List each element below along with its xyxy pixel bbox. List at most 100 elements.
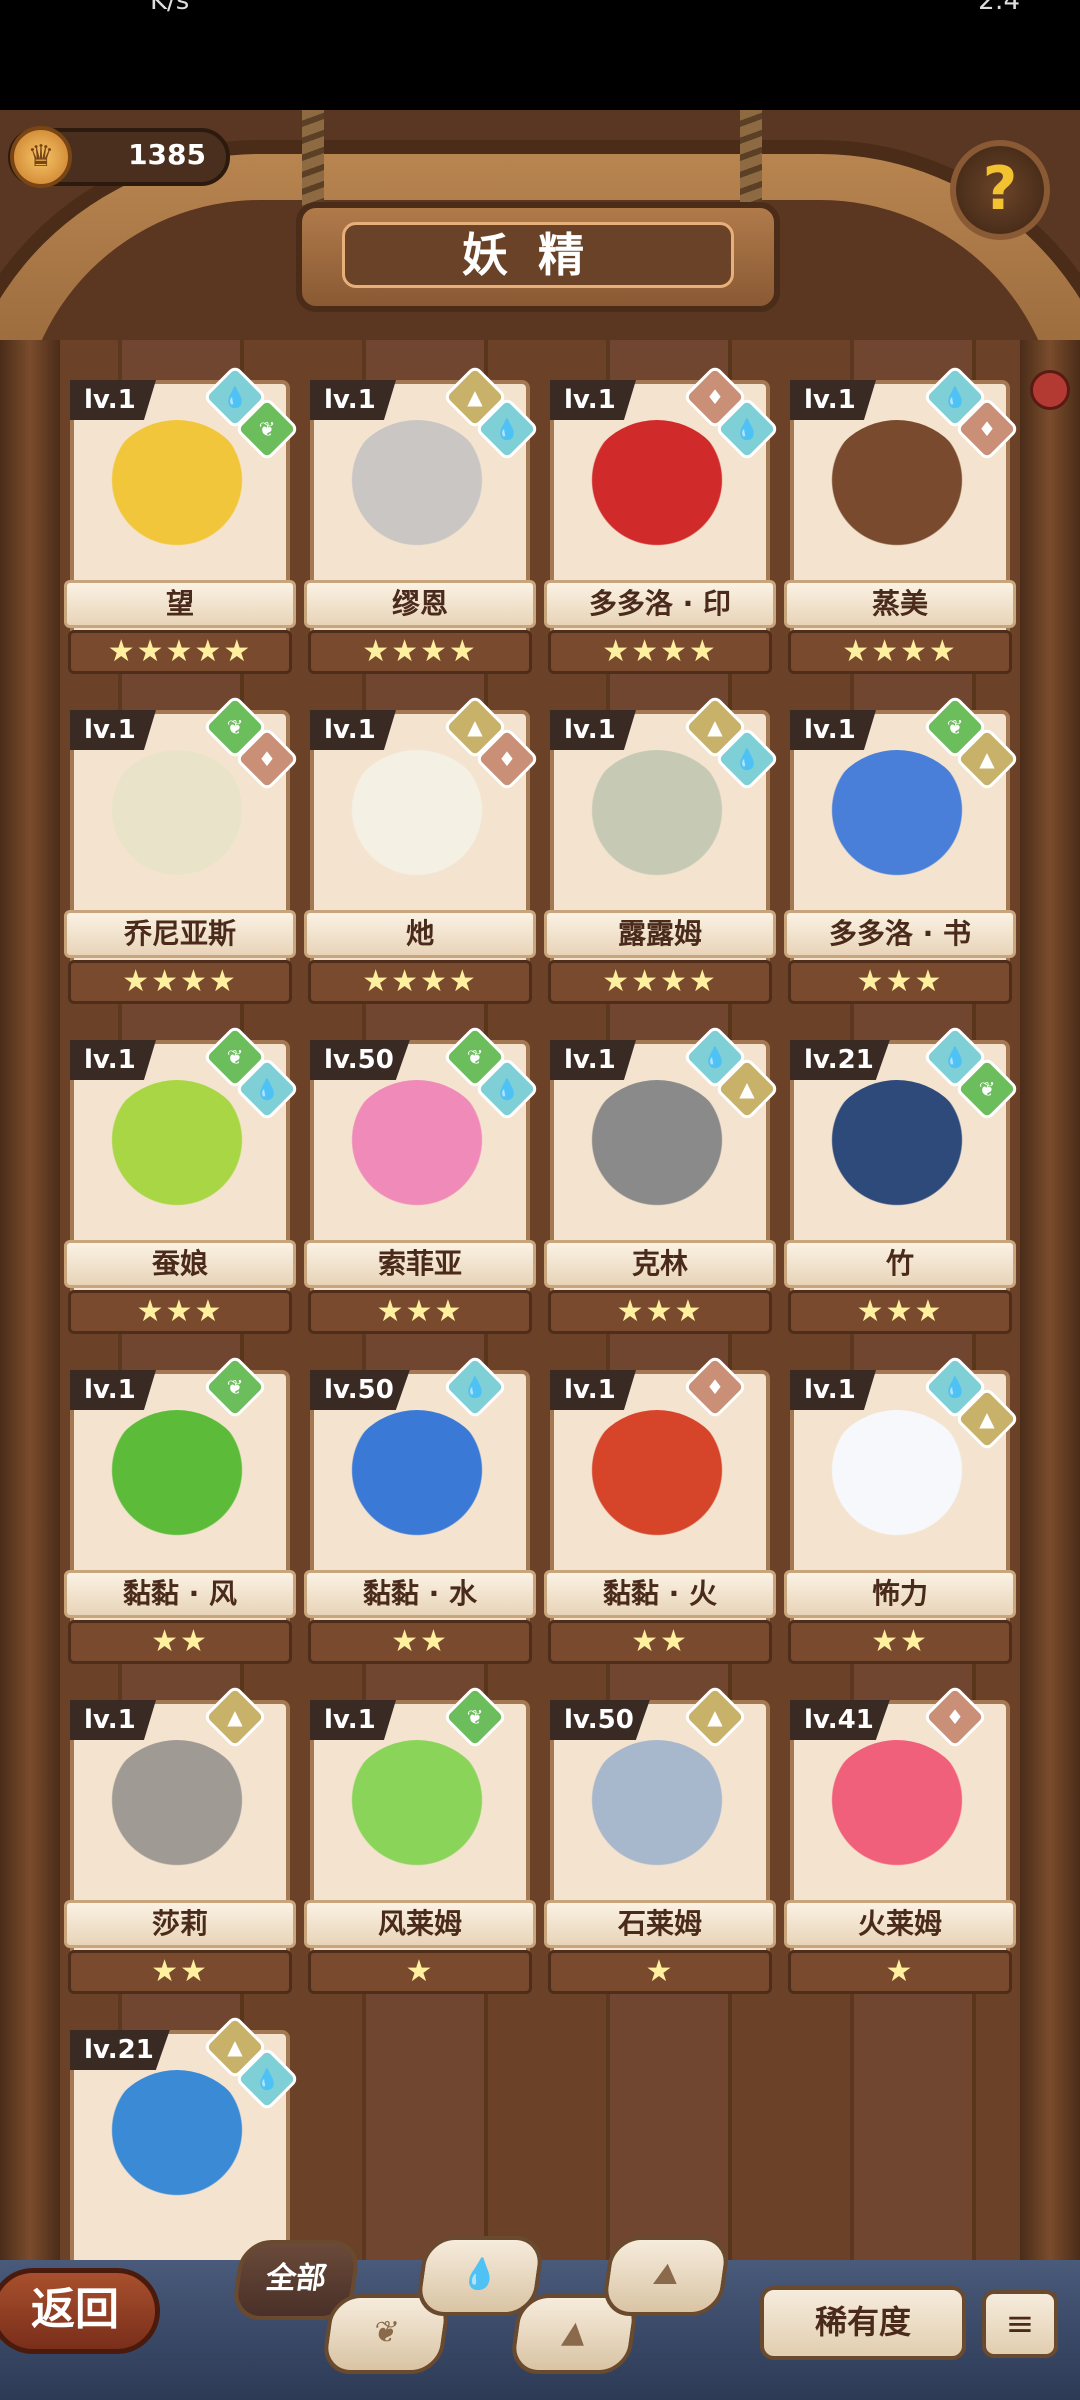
fairy-card[interactable]: lv.1 💧 ♦ 蒸美 ★★★★ (782, 364, 1020, 680)
level-tag: lv.1 (310, 710, 396, 750)
fairy-card[interactable]: lv.1 ♦ 黏黏 · 火 ★★ (542, 1354, 778, 1670)
level-tag: lv.50 (310, 1040, 410, 1080)
fairy-name: 克林 (544, 1240, 776, 1288)
star-rating: ★★ (68, 1620, 292, 1664)
star-rating: ★★ (308, 1620, 532, 1664)
fairy-portrait (102, 2070, 252, 2220)
fairy-card[interactable]: lv.1 ❦ 风莱姆 ★ (302, 1684, 538, 2000)
fairy-portrait (342, 420, 492, 570)
level-tag: lv.1 (70, 1700, 156, 1740)
level-tag: lv.1 (70, 1370, 156, 1410)
star-rating: ★★★ (308, 1290, 532, 1334)
star-rating: ★★ (788, 1620, 1012, 1664)
fairy-card[interactable]: lv.1 ❦ ▲ 多多洛 · 书 ★★★ (782, 694, 1020, 1010)
star-rating: ★ (308, 1950, 532, 1994)
fairy-name: 石莱姆 (544, 1900, 776, 1948)
fairy-portrait (102, 1740, 252, 1890)
level-tag: lv.1 (790, 710, 876, 750)
star-rating: ★★★ (788, 1290, 1012, 1334)
level-tag: lv.1 (70, 710, 156, 750)
level-tag: lv.21 (790, 1040, 890, 1080)
star-rating: ★★★★ (308, 630, 532, 674)
status-bar: K/s 2:4 (0, 0, 1080, 110)
earth-icon: ▲ (560, 2315, 589, 2350)
level-tag: lv.21 (70, 2030, 170, 2070)
level-tag: lv.1 (550, 380, 636, 420)
fairy-name: 望 (64, 580, 296, 628)
star-rating: ★ (548, 1950, 772, 1994)
fairy-card[interactable]: lv.1 ❦ ♦ 乔尼亚斯 ★★★★ (62, 694, 300, 1010)
clock: 2:4 (978, 0, 1020, 16)
star-rating: ★★★★ (308, 960, 532, 1004)
fairy-card[interactable]: lv.1 💧 ▲ 怖力 ★★ (782, 1354, 1020, 1670)
fairy-portrait (102, 420, 252, 570)
fairy-name: 多多洛 · 印 (544, 580, 776, 628)
fairy-card[interactable]: lv.1 ❦ 💧 蚕娘 ★★★ (62, 1024, 300, 1340)
level-tag: lv.1 (550, 1040, 636, 1080)
level-tag: lv.41 (790, 1700, 890, 1740)
fairy-card[interactable]: lv.50 💧 黏黏 · 水 ★★ (302, 1354, 538, 1670)
star-rating: ★★ (68, 1950, 292, 1994)
fairy-portrait (822, 1080, 972, 1230)
fairy-card[interactable]: lv.50 ❦ 💧 索菲亚 ★★★ (302, 1024, 540, 1340)
fairy-portrait (342, 1080, 492, 1230)
fairy-card[interactable]: lv.1 ▲ 莎莉 ★★ (62, 1684, 298, 2000)
level-tag: lv.50 (310, 1370, 410, 1410)
filter-fire-tab[interactable]: ⛰ (600, 2236, 732, 2316)
fairy-portrait (102, 1080, 252, 1230)
fairy-portrait (342, 750, 492, 900)
fairy-card[interactable]: lv.41 ♦ 火莱姆 ★ (782, 1684, 1018, 2000)
star-rating: ★★ (548, 1620, 772, 1664)
fairy-portrait (822, 750, 972, 900)
star-rating: ★★★ (548, 1290, 772, 1334)
star-rating: ★★★ (68, 1290, 292, 1334)
fairy-name: 露露姆 (544, 910, 776, 958)
fairy-card[interactable]: lv.1 ▲ 💧 缪恩 ★★★★ (302, 364, 540, 680)
fairy-card[interactable]: lv.1 ♦ 💧 多多洛 · 印 ★★★★ (542, 364, 780, 680)
level-tag: lv.50 (550, 1700, 650, 1740)
fairy-name: 竹 (784, 1240, 1016, 1288)
star-rating: ★★★★★ (68, 630, 292, 674)
fairy-name: 风莱姆 (304, 1900, 536, 1948)
star-rating: ★★★★ (548, 630, 772, 674)
fairy-card[interactable]: lv.1 💧 ❦ 望 ★★★★★ (62, 364, 300, 680)
fairy-name: 灺 (304, 910, 536, 958)
level-tag: lv.1 (790, 1370, 876, 1410)
fairy-portrait (822, 1410, 972, 1560)
back-button[interactable]: 返回 (0, 2268, 160, 2354)
level-tag: lv.1 (310, 1700, 396, 1740)
fairy-portrait (582, 750, 732, 900)
fairy-collection-screen: 妖精 ♛ 1385 ? lv.1 💧 ❦ 望 ★★★★★ lv.1 ▲ 💧 缪恩 ★★★★ lv.1… (0, 110, 1080, 2400)
level-tag: lv.1 (550, 1370, 636, 1410)
network-speed: K/s (150, 0, 190, 16)
fairy-grid: lv.1 💧 ❦ 望 ★★★★★ lv.1 ▲ 💧 缪恩 ★★★★ lv.1 ♦ 💧 多多洛 · 印 ★★★… (0, 110, 1080, 2400)
fairy-card[interactable]: lv.1 ❦ 黏黏 · 风 ★★ (62, 1354, 298, 1670)
fairy-portrait (822, 1740, 972, 1890)
star-rating: ★★★ (788, 960, 1012, 1004)
level-tag: lv.1 (70, 1040, 156, 1080)
star-rating: ★★★★ (788, 630, 1012, 674)
fairy-name: 黏黏 · 水 (304, 1570, 536, 1618)
fairy-card[interactable]: lv.21 💧 ❦ 竹 ★★★ (782, 1024, 1020, 1340)
fairy-card[interactable]: lv.1 💧 ▲ 克林 ★★★ (542, 1024, 780, 1340)
fairy-card[interactable]: lv.50 ▲ 石莱姆 ★ (542, 1684, 778, 2000)
mountain-icon: ⛰ (651, 2257, 682, 2292)
fairy-name: 黏黏 · 火 (544, 1570, 776, 1618)
fairy-card[interactable]: lv.1 ▲ 💧 露露姆 ★★★★ (542, 694, 780, 1010)
water-drop-icon: 💧 (459, 2257, 502, 2292)
level-tag: lv.1 (70, 380, 156, 420)
rarity-sort-button[interactable]: 稀有度 (760, 2286, 966, 2360)
level-tag: lv.1 (790, 380, 876, 420)
fairy-portrait (822, 420, 972, 570)
fairy-name: 多多洛 · 书 (784, 910, 1016, 958)
fairy-portrait (342, 1740, 492, 1890)
star-rating: ★★★★ (68, 960, 292, 1004)
fairy-portrait (342, 1410, 492, 1560)
fairy-name: 莎莉 (64, 1900, 296, 1948)
fairy-name: 蚕娘 (64, 1240, 296, 1288)
fairy-name: 缪恩 (304, 580, 536, 628)
fairy-portrait (582, 1740, 732, 1890)
fairy-name: 蒸美 (784, 580, 1016, 628)
sort-order-button[interactable]: ≡ (982, 2290, 1058, 2358)
fairy-card[interactable]: lv.1 ▲ ♦ 灺 ★★★★ (302, 694, 540, 1010)
